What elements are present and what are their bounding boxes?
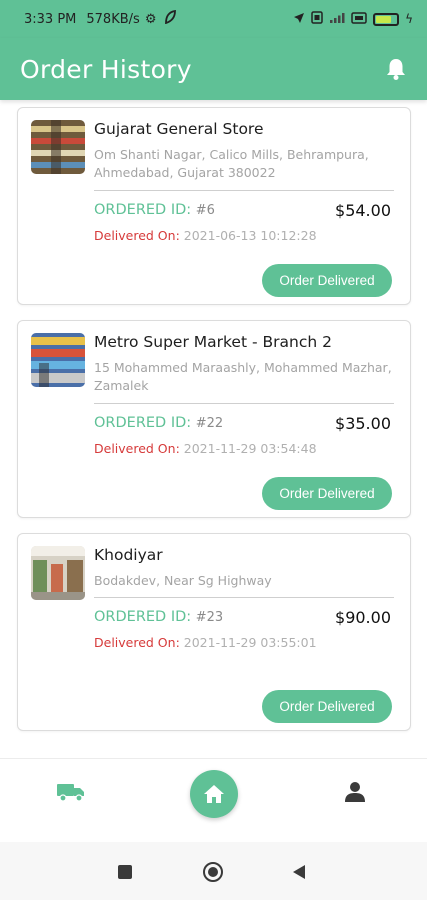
ordered-id-label: ORDERED ID: [94,609,192,625]
ordered-id-label: ORDERED ID: [94,415,192,431]
app-bar: Order History [0,38,427,100]
ordered-id-label: ORDERED ID: [94,202,192,218]
delivered-date: 2021-11-29 03:55:01 [183,635,317,650]
store-thumbnail [31,333,85,387]
network-speed: 578KB/s [86,11,140,27]
delivered-on-label: Delivered On: [94,441,180,456]
delivered-on-row: Delivered On: 2021-11-29 03:54:48 [94,441,317,456]
home-button-dot [208,867,218,877]
system-nav-bar [0,842,427,900]
back-button[interactable] [293,865,305,879]
store-name: Khodiyar [94,546,163,564]
delivered-on-label: Delivered On: [94,635,180,650]
order-id: #23 [195,610,224,625]
wifi-icon [351,11,367,27]
home-icon[interactable] [190,770,238,818]
order-status-button[interactable]: Order Delivered [262,690,392,723]
ordered-id-row: ORDERED ID: #23 [94,609,223,625]
delivered-on-row: Delivered On: 2021-06-13 10:12:28 [94,228,317,243]
order-status-button[interactable]: Order Delivered [262,477,392,510]
store-address: Om Shanti Nagar, Calico Mills, Behrampur… [94,147,369,180]
recent-apps-button[interactable] [118,865,132,879]
user-icon[interactable] [344,781,366,807]
order-list[interactable]: Gujarat General Store Om Shanti Nagar, C… [0,100,427,758]
delivered-date: 2021-06-13 10:12:28 [183,228,317,243]
order-card[interactable]: Metro Super Market - Branch 2 15 Mohamme… [17,320,411,518]
order-status-button[interactable]: Order Delivered [262,264,392,297]
truck-icon[interactable] [56,781,86,807]
divider [94,597,394,598]
bell-icon[interactable] [383,56,409,82]
store-name: Metro Super Market - Branch 2 [94,333,332,351]
store-thumbnail [31,546,85,600]
store-address: 15 Mohammed Maraashly, Mohammed Mazhar, … [94,360,392,393]
order-price: $90.00 [335,608,391,627]
signal-icon [329,12,345,27]
order-id: #22 [195,416,224,431]
page-title: Order History [20,54,192,84]
store-name: Gujarat General Store [94,120,264,138]
gear-icon: ⚙ [144,11,157,27]
ordered-id-row: ORDERED ID: #6 [94,202,215,218]
order-id: #6 [195,203,215,218]
leaf-icon [164,9,177,28]
location-arrow-icon [293,12,305,27]
status-time: 3:33 PM [24,11,77,27]
home-button[interactable] [203,862,223,882]
charging-icon: ϟ [405,12,413,26]
delivered-on-label: Delivered On: [94,228,180,243]
bottom-nav [0,758,427,842]
sim-icon [311,11,323,27]
order-card[interactable]: Khodiyar Bodakdev, Near Sg Highway ORDER… [17,533,411,731]
store-address: Bodakdev, Near Sg Highway [94,573,272,588]
status-bar: 3:33 PM 578KB/s ⚙ ϟ [0,0,427,38]
divider [94,403,394,404]
order-price: $35.00 [335,414,391,433]
store-thumbnail [31,120,85,174]
delivered-on-row: Delivered On: 2021-11-29 03:55:01 [94,635,317,650]
order-price: $54.00 [335,201,391,220]
divider [94,190,394,191]
ordered-id-row: ORDERED ID: #22 [94,415,223,431]
delivered-date: 2021-11-29 03:54:48 [183,441,317,456]
battery-icon [373,12,400,26]
order-card[interactable]: Gujarat General Store Om Shanti Nagar, C… [17,107,411,305]
